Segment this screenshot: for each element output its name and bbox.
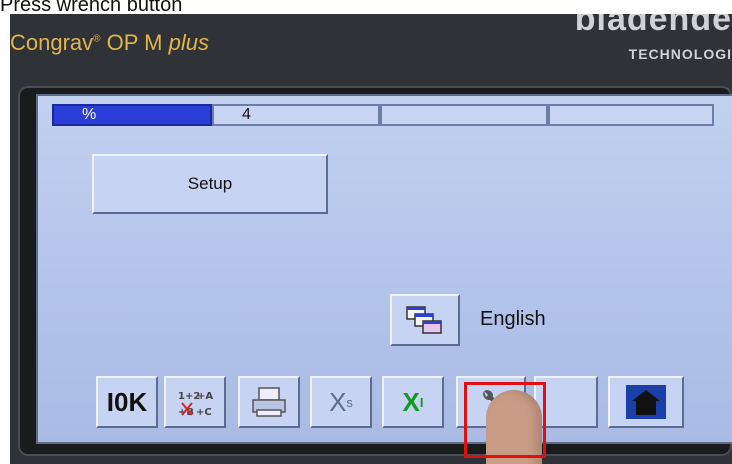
tab-4-empty[interactable]: [548, 104, 714, 126]
tab-4[interactable]: 4: [212, 104, 380, 126]
touch-screen: % 4 Setup English I0K 1+2 +A +B +C X s X…: [36, 94, 732, 444]
home-icon: [626, 385, 666, 419]
xi-subscript: I: [419, 394, 424, 410]
xs-button[interactable]: Xs: [310, 376, 372, 428]
tab-3[interactable]: [380, 104, 548, 126]
device-brand: Congrav® OP M plus: [10, 30, 209, 56]
manufacturer-subtitle: TECHNOLOGI: [628, 46, 732, 62]
xs-label: X: [329, 386, 347, 417]
printer-button[interactable]: [238, 376, 300, 428]
svg-text:+A: +A: [197, 391, 213, 402]
brand-model: OP M: [106, 30, 163, 55]
tab-bar: % 4: [52, 104, 732, 128]
setup-button[interactable]: Setup: [92, 154, 328, 214]
ok-button[interactable]: I0K: [96, 376, 158, 428]
signal-off-icon: 1+2 +A +B +C: [178, 391, 213, 418]
device-photo: Congrav® OP M plus bladende TECHNOLOGI %…: [10, 14, 732, 464]
language-label: English: [480, 308, 546, 330]
brand-name: Congrav: [10, 30, 94, 55]
printer-icon: [252, 387, 286, 417]
xi-label: X: [402, 386, 420, 417]
home-button[interactable]: [608, 376, 684, 428]
language-button[interactable]: [390, 294, 460, 346]
xi-button[interactable]: XI: [382, 376, 444, 428]
brand-plus: plus: [168, 30, 209, 55]
language-windows-icon: [406, 306, 442, 334]
brand-reg-mark: ®: [93, 33, 101, 45]
signal-off-button[interactable]: 1+2 +A +B +C: [164, 376, 226, 428]
svg-text:+C: +C: [196, 407, 212, 418]
tab-percent[interactable]: %: [52, 104, 212, 126]
xs-subscript: s: [346, 394, 353, 410]
manufacturer-logo: bladende: [574, 14, 732, 38]
wrench-highlight-box: [464, 382, 546, 458]
